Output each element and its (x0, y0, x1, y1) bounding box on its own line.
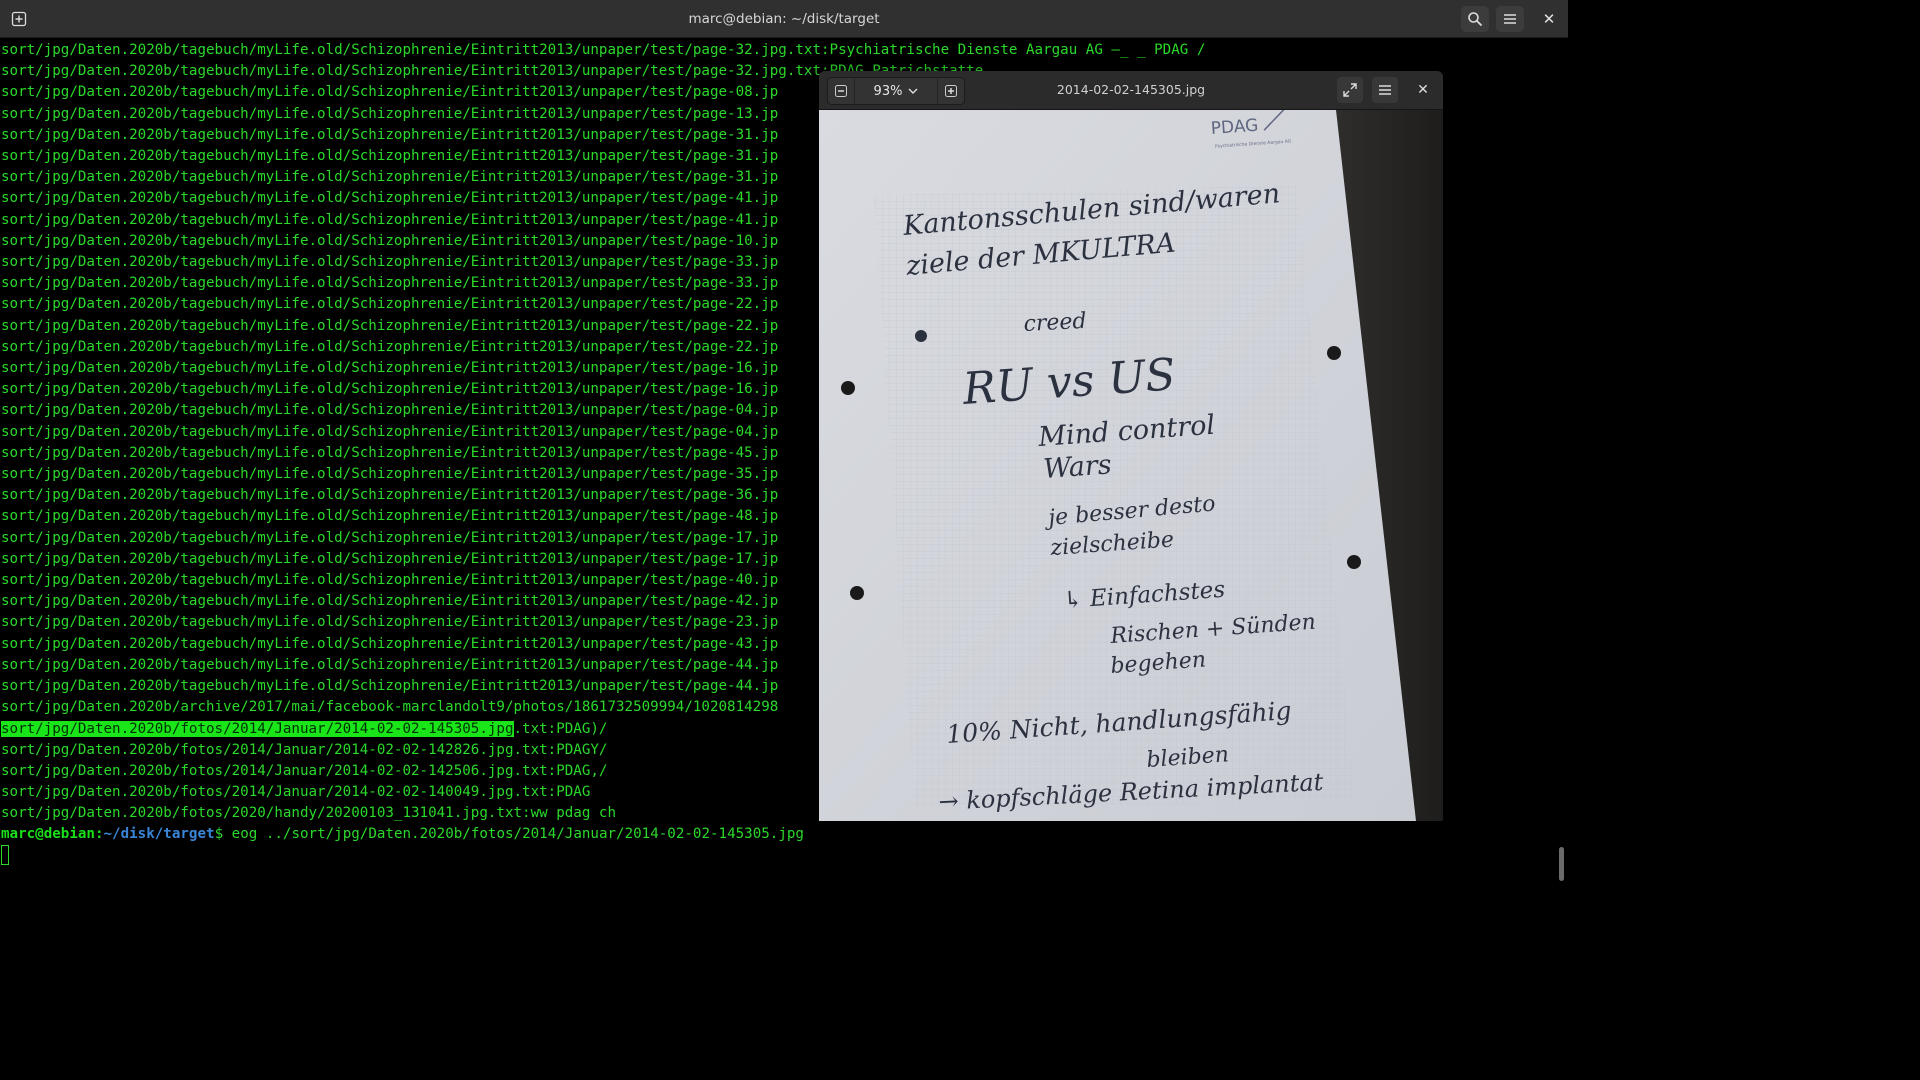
output-line: sort/jpg/Daten.2020b/tagebuch/myLife.old… (1, 572, 779, 588)
output-line: sort/jpg/Daten.2020b/tagebuch/myLife.old… (1, 550, 779, 567)
photo: PDAG Psychiatrische Dienste Aargau AG Ka… (819, 110, 1416, 821)
output-line: sort/jpg/Daten.2020b/fotos/2014/Januar/2… (1, 763, 608, 779)
punch-hole (1347, 555, 1361, 569)
output-line: sort/jpg/Daten.2020b/tagebuch/myLife.old… (1, 508, 779, 525)
hamburger-menu-icon (1504, 14, 1516, 24)
note-line: creed (1023, 309, 1087, 337)
output-line: sort/jpg/Daten.2020b/tagebuch/myLife.old… (1, 232, 779, 249)
output-line: sort/jpg/Daten.2020b/fotos/2014/Januar/2… (1, 742, 608, 758)
terminal-scrollbar[interactable] (1559, 847, 1564, 881)
zoom-in-button[interactable] (938, 78, 964, 104)
close-button[interactable]: ✕ (1535, 6, 1563, 32)
output-line: sort/jpg/Daten.2020b/tagebuch/myLife.old… (1, 105, 779, 122)
search-match: sort/jpg/Daten.2020b/fotos/2014/Januar/2… (1, 721, 514, 737)
minus-icon (835, 85, 847, 97)
viewer-menu-button[interactable] (1372, 77, 1398, 103)
search-icon (1468, 12, 1483, 27)
output-line: sort/jpg/Daten.2020b/tagebuch/myLife.old… (1, 190, 779, 207)
output-line: sort/jpg/Daten.2020b/tagebuch/myLife.old… (1, 466, 779, 482)
note-line: Wars (1042, 449, 1112, 485)
output-line: sort/jpg/Daten.2020b/tagebuch/myLife.old… (1, 444, 779, 461)
search-button[interactable] (1461, 6, 1489, 32)
punch-hole (1327, 346, 1341, 360)
zoom-control: 93% (827, 77, 965, 105)
logo-text: PDAG (1210, 116, 1259, 139)
output-line: sort/jpg/Daten.2020b/tagebuch/myLife.old… (1, 317, 779, 334)
fullscreen-button[interactable] (1337, 77, 1363, 103)
chevron-down-icon (908, 88, 918, 94)
output-line: sort/jpg/Daten.2020b/tagebuch/myLife.old… (1, 529, 779, 546)
output-line: sort/jpg/Daten.2020b/tagebuch/myLife.old… (1, 211, 779, 228)
viewer-close-button[interactable]: ✕ (1410, 77, 1436, 103)
output-line: sort/jpg/Daten.2020b/tagebuch/myLife.old… (1, 381, 779, 398)
output-line: sort/jpg/Daten.2020b/tagebuch/myLife.old… (1, 656, 779, 673)
zoom-dropdown[interactable]: 93% (854, 78, 938, 104)
output-line: sort/jpg/Daten.2020b/fotos/2020/handy/20… (1, 805, 616, 821)
prompt-path: ~/disk/target (103, 826, 215, 842)
close-icon: ✕ (1417, 82, 1429, 98)
terminal-header: marc@debian: ~/disk/target ✕ (0, 0, 1568, 38)
zoom-out-button[interactable] (828, 78, 854, 104)
terminal-cursor (1, 845, 9, 865)
output-line: sort/jpg/Daten.2020b/tagebuch/myLife.old… (1, 296, 779, 313)
terminal-title: marc@debian: ~/disk/target (688, 11, 880, 27)
output-line: sort/jpg/Daten.2020b/tagebuch/myLife.old… (1, 635, 779, 652)
output-line: sort/jpg/Daten.2020b/tagebuch/myLife.old… (1, 84, 779, 101)
punch-hole (850, 586, 864, 600)
prompt-command: eog ../sort/jpg/Daten.2020b/fotos/2014/J… (231, 826, 804, 842)
output-line: sort/jpg/Daten.2020b/archive/2017/mai/fa… (1, 699, 779, 716)
output-line: sort/jpg/Daten.2020b/tagebuch/myLife.old… (1, 593, 779, 610)
zoom-level: 93% (873, 83, 903, 99)
bullet-mark (915, 330, 927, 342)
punch-hole (841, 381, 855, 395)
output-line: sort/jpg/Daten.2020b/tagebuch/myLife.old… (1, 275, 779, 292)
output-line: sort/jpg/Daten.2020b/tagebuch/myLife.old… (1, 169, 779, 186)
output-line: sort/jpg/Daten.2020b/tagebuch/myLife.old… (1, 678, 779, 694)
highlighted-line: sort/jpg/Daten.2020b/fotos/2014/Januar/2… (1, 719, 607, 740)
match-rest: .txt:PDAG)/ (513, 721, 608, 737)
fullscreen-icon (1343, 83, 1357, 97)
output-line: sort/jpg/Daten.2020b/tagebuch/myLife.old… (1, 148, 779, 164)
prompt-separator: : (94, 826, 104, 842)
prompt-line: marc@debian:~/disk/target$ eog ../sort/j… (1, 824, 804, 845)
output-line: sort/jpg/Daten.2020b/tagebuch/myLife.old… (1, 614, 779, 631)
image-canvas[interactable]: PDAG Psychiatrische Dienste Aargau AG Ka… (819, 110, 1443, 821)
output-line: sort/jpg/Daten.2020b/tagebuch/myLife.old… (1, 42, 1206, 58)
output-line: sort/jpg/Daten.2020b/tagebuch/myLife.old… (1, 423, 779, 440)
viewer-header: 93% 2014-02-02-145305.jpg ✕ (819, 71, 1443, 110)
output-line: sort/jpg/Daten.2020b/fotos/2014/Januar/2… (1, 784, 591, 800)
output-line: sort/jpg/Daten.2020b/tagebuch/myLife.old… (1, 360, 779, 376)
menu-button[interactable] (1496, 6, 1524, 32)
plus-icon (945, 85, 957, 97)
close-icon: ✕ (1542, 10, 1556, 28)
viewer-title: 2014-02-02-145305.jpg (1056, 82, 1206, 97)
output-line: sort/jpg/Daten.2020b/tagebuch/myLife.old… (1, 338, 779, 355)
output-line: sort/jpg/Daten.2020b/tagebuch/myLife.old… (1, 487, 779, 504)
hamburger-menu-icon (1379, 85, 1391, 95)
prompt-dollar: $ (214, 826, 232, 842)
output-line: sort/jpg/Daten.2020b/tagebuch/myLife.old… (1, 402, 779, 419)
image-viewer-window: 93% 2014-02-02-145305.jpg ✕ PDAG Psychia… (819, 71, 1443, 821)
output-line: sort/jpg/Daten.2020b/tagebuch/myLife.old… (1, 126, 779, 143)
prompt-user: marc@debian (1, 826, 95, 842)
output-line: sort/jpg/Daten.2020b/tagebuch/myLife.old… (1, 254, 779, 270)
